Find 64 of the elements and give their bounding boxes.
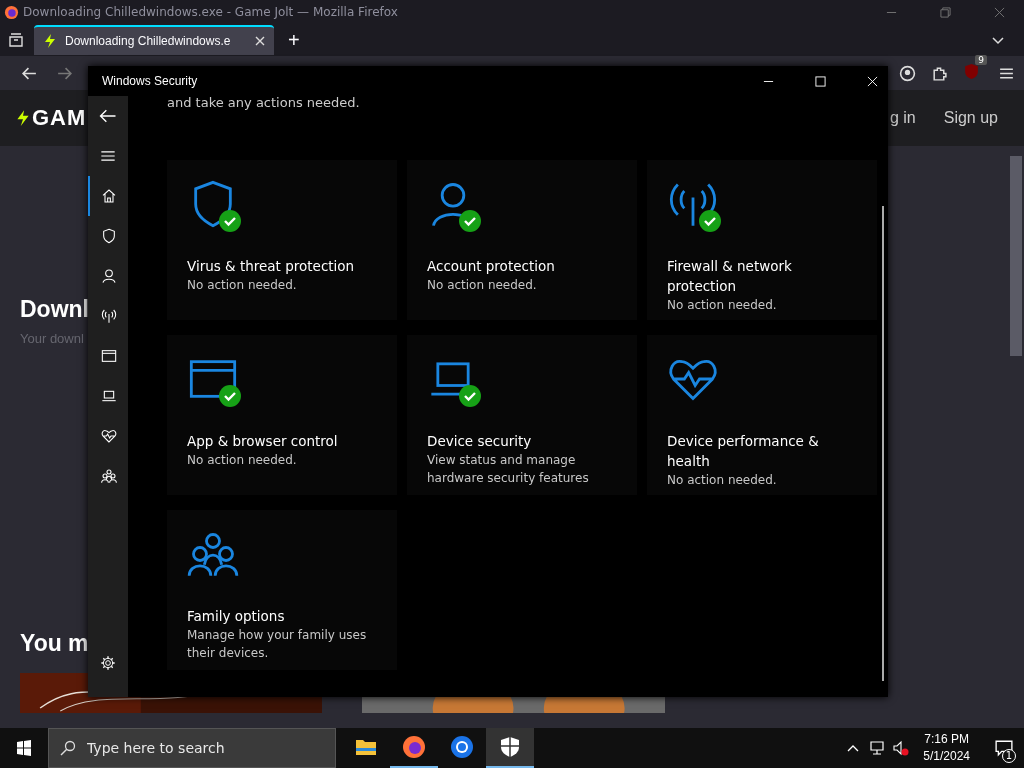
security-tile[interactable]: Family options Manage how your family uses their devices. (167, 510, 397, 670)
home-icon (101, 188, 117, 204)
tile-title: Account protection (427, 257, 556, 276)
section-heading: You m (20, 630, 89, 657)
shield-icon (498, 735, 522, 759)
firefox-icon (402, 735, 426, 759)
intro-text: and take any actions needed. (167, 96, 361, 110)
tile-title: Family options (187, 607, 286, 626)
page-heading: Downl (20, 296, 89, 323)
clock-date[interactable]: 5/1/2024 (923, 748, 970, 765)
tab-list-icon[interactable] (8, 32, 24, 48)
search-icon (60, 740, 76, 756)
account-icon[interactable] (899, 64, 916, 82)
lightning-icon (42, 33, 58, 49)
security-tile[interactable]: Firewall & network protection No action needed. (647, 160, 877, 320)
shield-icon (101, 228, 117, 244)
security-tile[interactable]: Virus & threat protection No action needed. (167, 160, 397, 320)
page-subheading: Your downl (20, 331, 84, 346)
scrollbar-thumb[interactable] (882, 206, 884, 681)
start-icon[interactable] (16, 740, 32, 756)
security-app-button[interactable] (486, 728, 534, 768)
tile-title: Device performance & health (667, 432, 820, 471)
speaker-muted-icon[interactable] (893, 740, 910, 756)
security-tile[interactable]: App & browser control No action needed. (167, 335, 397, 495)
puzzle-icon[interactable] (931, 64, 948, 82)
settings-icon[interactable] (100, 655, 116, 671)
notification-icon[interactable] (995, 739, 1013, 757)
window-title: Windows Security (102, 74, 198, 88)
laptop-icon (101, 388, 117, 404)
login-link[interactable]: g in (889, 109, 916, 127)
browser-icon (101, 348, 117, 364)
tile-status: No action needed. (667, 472, 778, 489)
extension-badge: 9 (975, 54, 987, 65)
browser-icon (450, 735, 474, 759)
search-field[interactable]: Type here to search (48, 728, 336, 768)
network-icon[interactable] (869, 740, 886, 756)
restore-icon[interactable] (940, 6, 951, 18)
security-tile[interactable]: Device security View status and manage hardware security features (407, 335, 637, 495)
tile-status: View status and manage hardware security features (427, 452, 590, 487)
notification-count: 1 (1002, 749, 1016, 763)
signup-link[interactable]: Sign up (943, 109, 998, 127)
tile-status: No action needed. (187, 452, 298, 469)
family-icon (101, 468, 117, 484)
tile-title: Device security (427, 432, 533, 451)
tile-title: App & browser control (187, 432, 339, 451)
security-tile[interactable]: Device performance & health No action needed. (647, 335, 877, 495)
window-title: Downloading Chilledwindows.exe - Game Jolt — Mozilla Firefox (23, 5, 398, 19)
tile-status: No action needed. (667, 297, 778, 314)
site-logo: GAM (32, 105, 87, 131)
maximize-icon[interactable] (815, 75, 826, 87)
tile-status: No action needed. (187, 277, 298, 294)
antenna-icon (101, 308, 117, 324)
firefox-icon (4, 4, 19, 20)
clock-time[interactable]: 7:16 PM (924, 731, 969, 748)
person-icon (101, 268, 117, 284)
new-tab-button[interactable]: + (278, 28, 310, 52)
tile-title: Virus & threat protection (187, 257, 356, 276)
browser-tab[interactable]: Downloading Chilledwindows.e (34, 25, 274, 55)
scrollbar-thumb[interactable] (1010, 156, 1022, 356)
security-tile[interactable]: Account protection No action needed. (407, 160, 637, 320)
tile-status: Manage how your family uses their devices. (187, 627, 368, 662)
tile-title: Firewall & network protection (667, 257, 793, 296)
heart-icon (101, 428, 117, 444)
tile-status: No action needed. (427, 277, 538, 294)
